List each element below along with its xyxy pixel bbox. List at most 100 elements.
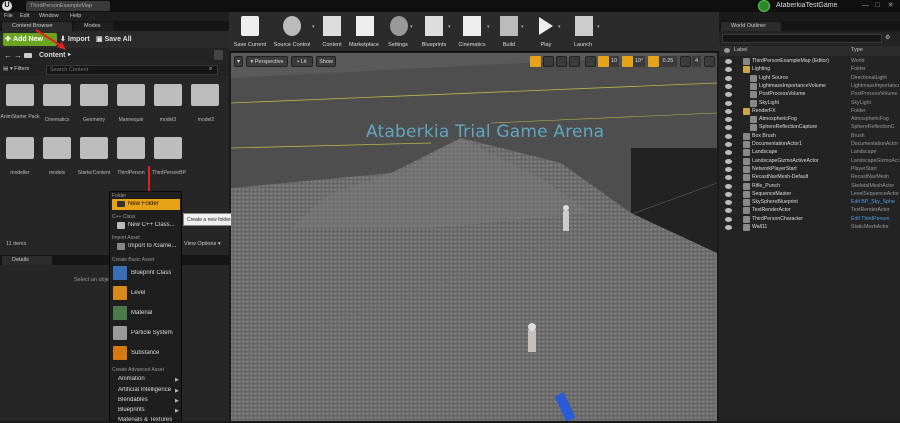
chevron-down-icon[interactable]: ▾ [487,24,490,30]
blueprints-submenu[interactable]: Blueprints [118,407,145,413]
new-cpp-class-menu-item[interactable]: New C++ Class... [128,222,175,228]
lit-button[interactable]: ▪ Lit [291,56,313,67]
visibility-eye-icon[interactable] [725,75,732,81]
visibility-eye-icon[interactable] [725,108,732,114]
outliner-row-label[interactable]: Box Brush [752,133,776,139]
outliner-row-label[interactable]: RecastNavMesh-Default [752,174,808,180]
col-type-header[interactable]: Type [851,47,863,53]
search-input[interactable]: Search Content [46,65,218,75]
chevron-down-icon[interactable]: ▾ [597,24,600,30]
folder-mannequin[interactable] [117,84,145,106]
outliner-row-label[interactable]: SequenceMaster [752,191,791,197]
camera-speed-icon[interactable] [680,56,691,67]
outliner-row-label[interactable]: Landscape [752,149,777,155]
play-icon[interactable] [539,17,553,35]
menu-file[interactable]: File [4,13,13,19]
visibility-eye-icon[interactable] [725,100,732,106]
launch-icon[interactable] [575,16,593,36]
grid-snap-icon[interactable] [598,56,609,67]
folder-thirdperson[interactable] [117,137,145,159]
blueprints-icon[interactable] [425,16,443,36]
outliner-row-label[interactable]: Rifle_Punch [752,183,780,189]
content-button[interactable]: Content [318,42,346,48]
show-button[interactable]: Show [316,56,336,67]
outliner-row-label[interactable]: RenderFX [752,108,776,114]
minimize-button[interactable]: — [861,1,870,10]
outliner-row-label[interactable]: SphereReflectionCapture [759,124,817,130]
chevron-down-icon[interactable]: ▾ [448,24,451,30]
particle-system-menu-item[interactable]: Particle System [131,330,173,336]
tab-details[interactable]: Details [2,256,52,265]
scale-snap-value[interactable]: 0.25 [659,56,677,67]
animation-submenu[interactable]: Animation [118,376,145,382]
outliner-row-label[interactable]: DocumentationActor1 [752,141,802,147]
save-all-button[interactable]: ▣ Save All [96,33,141,46]
rotation-snap-value[interactable]: 10° [633,56,645,67]
save-current-icon[interactable] [241,16,259,36]
outliner-row-label[interactable]: Lighting [752,66,770,72]
outliner-row-label[interactable]: PostProcessVolume [759,91,805,97]
material-menu-item[interactable]: Material [131,310,152,316]
visibility-eye-icon[interactable] [725,142,732,147]
visibility-eye-icon[interactable] [725,216,732,222]
visibility-eye-icon[interactable] [725,83,732,89]
menu-window[interactable]: Window [39,13,59,19]
folder-cinematics[interactable] [43,84,71,106]
outliner-row-type[interactable]: Edit BP_Sky_Sphe [851,199,899,205]
save-current-button[interactable]: Save Current [230,42,270,48]
visibility-eye-icon[interactable] [725,225,732,230]
folder-models[interactable] [43,137,71,159]
visibility-eye-icon[interactable] [725,166,732,172]
outliner-row-label[interactable]: TextRenderActor [752,207,791,213]
chevron-down-icon[interactable]: ▾ [558,24,561,30]
outliner-row-label[interactable]: Wall11 [752,224,767,230]
grid-snap-value[interactable]: 10 [609,56,619,67]
outliner-row-label[interactable]: SkyLight [759,100,779,106]
level-viewport[interactable] [231,53,717,421]
back-arrow-icon[interactable]: ← [4,51,12,60]
blueprint-class-menu-item[interactable]: Blueprint Class [131,270,171,276]
content-icon[interactable] [323,16,341,36]
outliner-row-label[interactable]: SkySphereBlueprint [752,199,798,205]
camera-speed-value[interactable]: 4 [692,56,701,67]
folder-animstarterpack[interactable] [6,84,34,106]
rotation-snap-icon[interactable] [622,56,633,67]
rotate-gizmo-icon[interactable] [543,56,554,67]
folder-startercontent[interactable] [80,137,108,159]
substance-menu-item[interactable]: Substance [131,350,159,356]
outliner-search-input[interactable] [722,34,882,43]
outliner-row-label[interactable]: LightmassImportanceVolume [759,83,826,89]
visibility-eye-icon[interactable] [725,158,732,164]
level-menu-item[interactable]: Level [131,290,145,296]
visibility-eye-icon[interactable] [725,59,732,64]
maximize-button[interactable]: □ [873,1,882,10]
play-button[interactable]: Play [532,42,560,48]
marketplace-button[interactable]: Marketplace [346,42,382,48]
settings-icon[interactable] [390,16,408,36]
import-to-game-menu-item[interactable]: Import to /Game... [128,243,176,249]
visibility-eye-icon[interactable] [725,191,732,197]
sources-toggle-icon[interactable]: ▤ [3,66,8,72]
folder-model2[interactable] [191,84,219,106]
filters-button[interactable]: ▾ Filters [10,66,29,72]
build-button[interactable]: Build [494,42,524,48]
surface-snap-icon[interactable] [585,56,596,67]
outliner-row-label[interactable]: AtmosphericFog [759,116,797,122]
history-icon[interactable] [214,50,223,60]
source-control-button[interactable]: Source Control [270,42,314,48]
close-button[interactable]: ✕ [886,1,895,10]
world-local-icon[interactable] [569,56,580,67]
translate-gizmo-icon[interactable] [530,56,541,67]
scale-snap-icon[interactable] [648,56,659,67]
unreal-logo-icon[interactable]: U [2,1,12,11]
folder-model3[interactable] [154,84,182,106]
level-doc-tab[interactable]: ThirdPersonExampleMap [26,1,110,11]
chevron-down-icon[interactable]: ▾ [521,24,524,30]
viewport-options-button[interactable]: ▾ [234,56,243,67]
view-options-button[interactable]: View Options ▾ [184,241,221,247]
cinematics-icon[interactable] [463,16,481,36]
outliner-row-type[interactable]: Edit ThirdPerson [851,216,899,222]
folder-thirdpersonbp[interactable] [154,137,182,159]
tab-modes[interactable]: Modes [74,22,114,31]
outliner-row-label[interactable]: ThirdPersonCharacter [752,216,803,222]
